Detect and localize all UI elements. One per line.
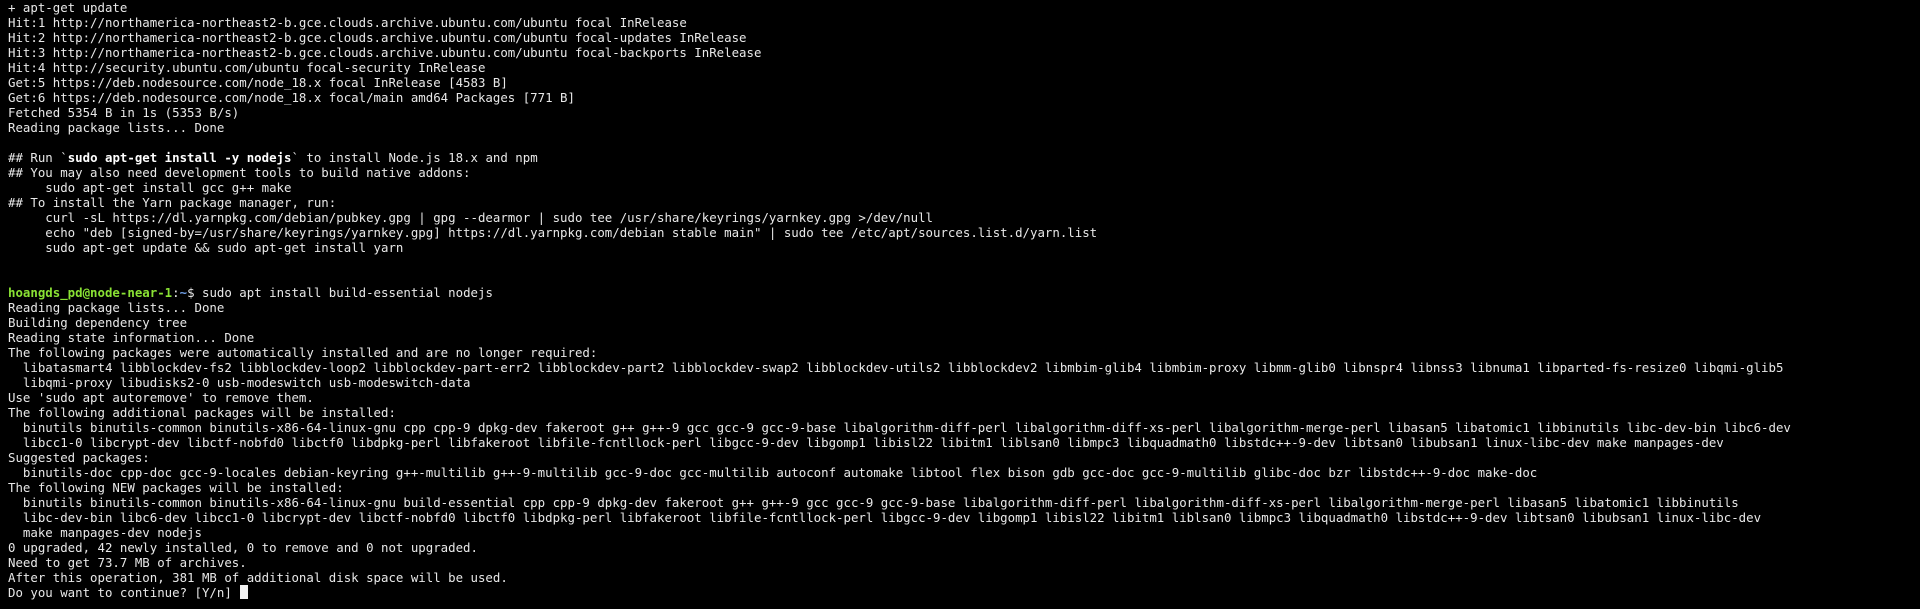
output-line: curl -sL https://dl.yarnpkg.com/debian/p…: [8, 210, 934, 225]
prompt-path: ~: [179, 285, 188, 300]
output-line: libatasmart4 libblockdev-fs2 libblockdev…: [8, 360, 1784, 375]
terminal-cursor[interactable]: [240, 585, 249, 599]
output-line: Hit:1 http://northamerica-northeast2-b.g…: [8, 15, 687, 30]
output-line: The following NEW packages will be insta…: [8, 480, 344, 495]
output-line: Reading package lists... Done: [8, 300, 225, 315]
output-line: binutils-doc cpp-doc gcc-9-locales debia…: [8, 465, 1538, 480]
run-hint-suffix: ` to install Node.js 18.x and npm: [291, 150, 538, 165]
terminal-window[interactable]: + apt-get update Hit:1 http://northameri…: [8, 0, 1912, 609]
output-line: The following additional packages will b…: [8, 405, 396, 420]
output-line: make manpages-dev nodejs: [8, 525, 202, 540]
output-line: Need to get 73.7 MB of archives.: [8, 555, 247, 570]
output-line: libc-dev-bin libc6-dev libcc1-0 libcrypt…: [8, 510, 1762, 525]
output-line: Get:5 https://deb.nodesource.com/node_18…: [8, 75, 508, 90]
output-line: Reading state information... Done: [8, 330, 255, 345]
output-line: Use 'sudo apt autoremove' to remove them…: [8, 390, 314, 405]
prompt-command: sudo apt install build-essential nodejs: [201, 285, 493, 300]
output-line: Reading package lists... Done: [8, 120, 225, 135]
output-line: After this operation, 381 MB of addition…: [8, 570, 508, 585]
prompt-dollar: $: [187, 285, 202, 300]
continue-prompt-line[interactable]: Do you want to continue? [Y/n]: [8, 585, 1912, 600]
output-line: libqmi-proxy libudisks2-0 usb-modeswitch…: [8, 375, 471, 390]
output-line: echo "deb [signed-by=/usr/share/keyrings…: [8, 225, 1098, 240]
output-line: sudo apt-get update && sudo apt-get inst…: [8, 240, 404, 255]
output-line: sudo apt-get install gcc g++ make: [8, 180, 292, 195]
output-line: Hit:4 http://security.ubuntu.com/ubuntu …: [8, 60, 486, 75]
output-line: Suggested packages:: [8, 450, 150, 465]
output-line: Get:6 https://deb.nodesource.com/node_18…: [8, 90, 575, 105]
run-hint-prefix: ## Run `: [8, 150, 68, 165]
run-hint-line: ## Run `sudo apt-get install -y nodejs` …: [8, 150, 1912, 165]
output-line: binutils binutils-common binutils-x86-64…: [8, 420, 1791, 435]
output-line: binutils binutils-common binutils-x86-64…: [8, 495, 1739, 510]
prompt-colon: :: [172, 285, 180, 300]
continue-prompt-text: Do you want to continue? [Y/n]: [8, 585, 240, 600]
output-line: + apt-get update: [8, 0, 128, 15]
prompt-user-host: hoangds_pd@node-near-1: [8, 285, 173, 300]
output-line: ## You may also need development tools t…: [8, 165, 471, 180]
output-line: ## To install the Yarn package manager, …: [8, 195, 337, 210]
output-line: Hit:3 http://northamerica-northeast2-b.g…: [8, 45, 762, 60]
output-line: Hit:2 http://northamerica-northeast2-b.g…: [8, 30, 747, 45]
output-line: Fetched 5354 B in 1s (5353 B/s): [8, 105, 240, 120]
shell-prompt-line: hoangds_pd@node-near-1:~$ sudo apt insta…: [8, 285, 1912, 300]
output-line: 0 upgraded, 42 newly installed, 0 to rem…: [8, 540, 478, 555]
run-hint-command: sudo apt-get install -y nodejs: [67, 150, 292, 165]
output-line: libcc1-0 libcrypt-dev libctf-nobfd0 libc…: [8, 435, 1724, 450]
output-line: Building dependency tree: [8, 315, 188, 330]
output-line: The following packages were automaticall…: [8, 345, 598, 360]
